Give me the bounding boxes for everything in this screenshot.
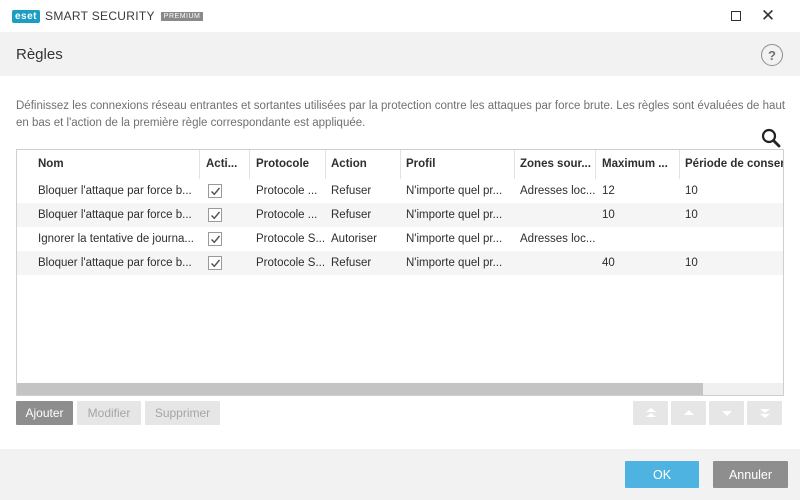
cell-action: Refuser xyxy=(331,185,372,197)
cell-action: Refuser xyxy=(331,209,372,221)
table-row[interactable]: Bloquer l'attaque par force b... Protoco… xyxy=(17,179,783,203)
table-row[interactable]: Ignorer la tentative de journa... Protoc… xyxy=(17,227,783,251)
move-down-icon xyxy=(721,411,732,416)
move-up-icon xyxy=(683,410,694,415)
cell-nom: Bloquer l'attaque par force b... xyxy=(38,209,192,221)
cell-zones: Adresses loc... xyxy=(520,233,596,245)
search-icon[interactable] xyxy=(760,128,782,148)
move-down-button[interactable] xyxy=(709,401,744,425)
page-header: Règles xyxy=(0,32,800,76)
table-header: Nom Acti... Protocole Action Profil Zone… xyxy=(17,150,783,179)
edit-button[interactable]: Modifier xyxy=(77,401,141,425)
cell-protocole: Protocole S... xyxy=(256,233,326,245)
rules-table: Nom Acti... Protocole Action Profil Zone… xyxy=(16,149,784,396)
title-bar: eset SMART SECURITY PREMIUM ✕ xyxy=(0,0,800,32)
move-top-icon xyxy=(645,408,656,417)
move-bottom-icon xyxy=(759,409,770,418)
cancel-button[interactable]: Annuler xyxy=(713,461,788,488)
add-button[interactable]: Ajouter xyxy=(16,401,73,425)
cell-protocole: Protocole ... xyxy=(256,209,318,221)
active-checkbox[interactable] xyxy=(208,208,222,222)
page-description: Définissez les connexions réseau entrant… xyxy=(16,100,786,129)
cell-maximum: 40 xyxy=(602,257,615,269)
cell-periode: 10 xyxy=(685,209,698,221)
move-to-bottom-button[interactable] xyxy=(747,401,782,425)
product-tier: PREMIUM xyxy=(160,11,204,21)
column-header-maximum[interactable]: Maximum ... xyxy=(597,150,680,179)
maximize-button[interactable] xyxy=(724,4,748,28)
column-header-profil[interactable]: Profil xyxy=(401,150,515,179)
delete-button[interactable]: Supprimer xyxy=(145,401,220,425)
checkmark-icon xyxy=(210,259,221,268)
table-row[interactable]: Bloquer l'attaque par force b... Protoco… xyxy=(17,251,783,275)
scrollbar-thumb[interactable] xyxy=(17,383,703,395)
cell-profil: N'importe quel pr... xyxy=(406,233,503,245)
checkmark-icon xyxy=(210,211,221,220)
cell-zones xyxy=(515,251,596,275)
move-to-top-button[interactable] xyxy=(633,401,668,425)
move-up-button[interactable] xyxy=(671,401,706,425)
cell-protocole: Protocole ... xyxy=(256,185,318,197)
cell-maximum: 12 xyxy=(602,185,615,197)
cell-profil: N'importe quel pr... xyxy=(406,257,503,269)
ok-button[interactable]: OK xyxy=(625,461,699,488)
eset-logo: eset SMART SECURITY PREMIUM xyxy=(12,9,204,23)
cell-periode xyxy=(680,227,783,251)
column-header-periode[interactable]: Période de conser xyxy=(680,150,783,179)
maximize-icon xyxy=(731,11,741,21)
table-row[interactable]: Bloquer l'attaque par force b... Protoco… xyxy=(17,203,783,227)
page-title: Règles xyxy=(16,46,63,63)
cell-action: Refuser xyxy=(331,257,372,269)
column-header-active[interactable]: Acti... xyxy=(201,150,250,179)
cell-protocole: Protocole S... xyxy=(256,257,326,269)
cell-profil: N'importe quel pr... xyxy=(406,185,503,197)
cell-maximum: 10 xyxy=(602,209,615,221)
cell-nom: Bloquer l'attaque par force b... xyxy=(38,257,192,269)
horizontal-scrollbar[interactable] xyxy=(17,383,783,395)
cell-action: Autoriser xyxy=(331,233,378,245)
product-name: SMART SECURITY xyxy=(45,9,155,23)
cell-profil: N'importe quel pr... xyxy=(406,209,503,221)
column-header-zones[interactable]: Zones sour... xyxy=(515,150,596,179)
cell-periode: 10 xyxy=(685,185,698,197)
active-checkbox[interactable] xyxy=(208,232,222,246)
column-header-action[interactable]: Action xyxy=(326,150,401,179)
checkmark-icon xyxy=(210,187,221,196)
column-header-protocole[interactable]: Protocole xyxy=(251,150,326,179)
active-checkbox[interactable] xyxy=(208,256,222,270)
cell-zones xyxy=(515,203,596,227)
cell-zones: Adresses loc... xyxy=(520,185,596,197)
cell-periode: 10 xyxy=(685,257,698,269)
cell-nom: Bloquer l'attaque par force b... xyxy=(38,185,192,197)
help-icon[interactable]: ? xyxy=(761,44,783,66)
column-header-nom[interactable]: Nom xyxy=(33,150,200,179)
cell-nom: Ignorer la tentative de journa... xyxy=(38,233,194,245)
cell-maximum xyxy=(597,227,680,251)
active-checkbox[interactable] xyxy=(208,184,222,198)
close-icon: ✕ xyxy=(760,6,776,25)
checkmark-icon xyxy=(210,235,221,244)
close-button[interactable]: ✕ xyxy=(756,4,780,28)
logo-badge: eset xyxy=(12,9,41,23)
